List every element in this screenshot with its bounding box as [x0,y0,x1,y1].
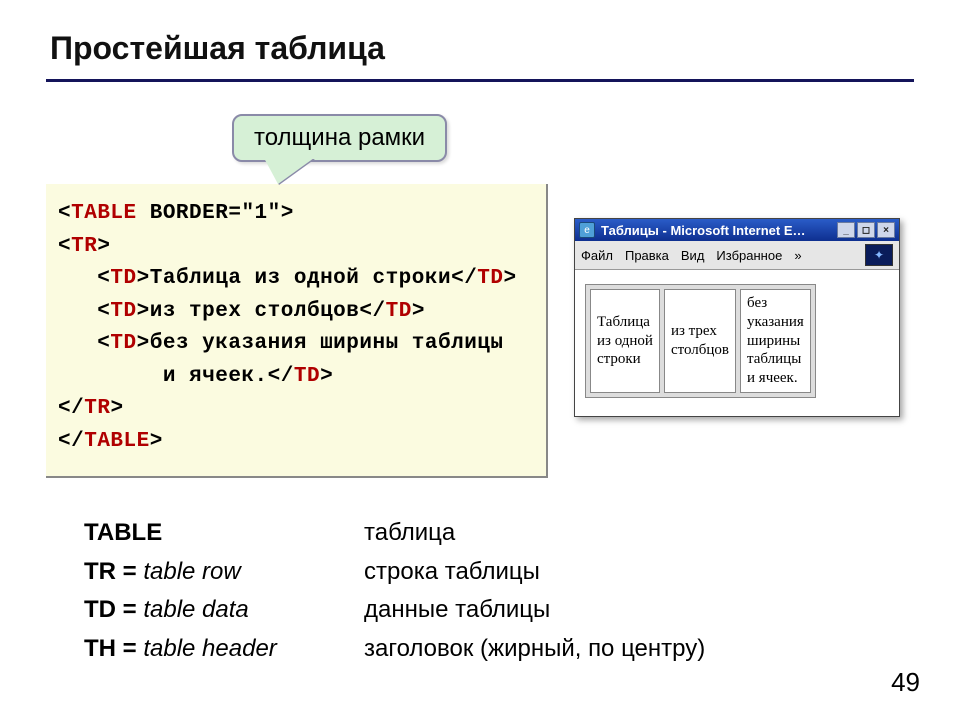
rendered-table: Таблица из одной строки из трех столбцов… [585,284,816,398]
page-number: 49 [891,667,920,698]
table-row: Таблица из одной строки из трех столбцов… [590,289,811,393]
table-cell: без указания ширины таблицы и ячеек. [740,289,811,393]
ie-favicon-icon: e [579,222,595,238]
def-th-tr: заголовок (жирный, по центру) [364,630,705,668]
browser-window: e Таблицы - Microsoft Internet E… _ ◻ × … [574,218,900,417]
def-table: TABLE [84,519,162,546]
browser-titlebar: e Таблицы - Microsoft Internet E… _ ◻ × [575,219,899,241]
ie-throbber-icon: ✦ [865,244,893,266]
menu-more[interactable]: » [794,248,801,263]
table-cell: из трех столбцов [664,289,736,393]
def-td: TD = [84,596,143,623]
border-callout: толщина рамки [232,114,447,162]
def-td-tr: данные таблицы [364,591,550,629]
browser-menubar: Файл Правка Вид Избранное » ✦ [575,241,899,270]
title-rule [46,79,914,82]
menu-edit[interactable]: Правка [625,248,669,263]
menu-favorites[interactable]: Избранное [716,248,782,263]
def-tr: TR = [84,558,143,585]
menu-file[interactable]: Файл [581,248,613,263]
minimize-button[interactable]: _ [837,222,855,238]
maximize-button[interactable]: ◻ [857,222,875,238]
browser-viewport: Таблица из одной строки из трех столбцов… [575,270,899,416]
browser-title: Таблицы - Microsoft Internet E… [601,223,831,238]
code-example: <TABLE BORDER="1"> <TR> <TD>Таблица из о… [46,184,548,478]
page-title: Простейшая таблица [50,30,914,67]
def-th: TH = [84,635,143,662]
tag-definitions: TABLE таблица TR = table row строка табл… [84,514,914,668]
def-tr-tr: строка таблицы [364,553,540,591]
table-cell: Таблица из одной строки [590,289,660,393]
close-button[interactable]: × [877,222,895,238]
menu-view[interactable]: Вид [681,248,705,263]
callout-tail [264,158,314,184]
def-table-tr: таблица [364,514,455,552]
